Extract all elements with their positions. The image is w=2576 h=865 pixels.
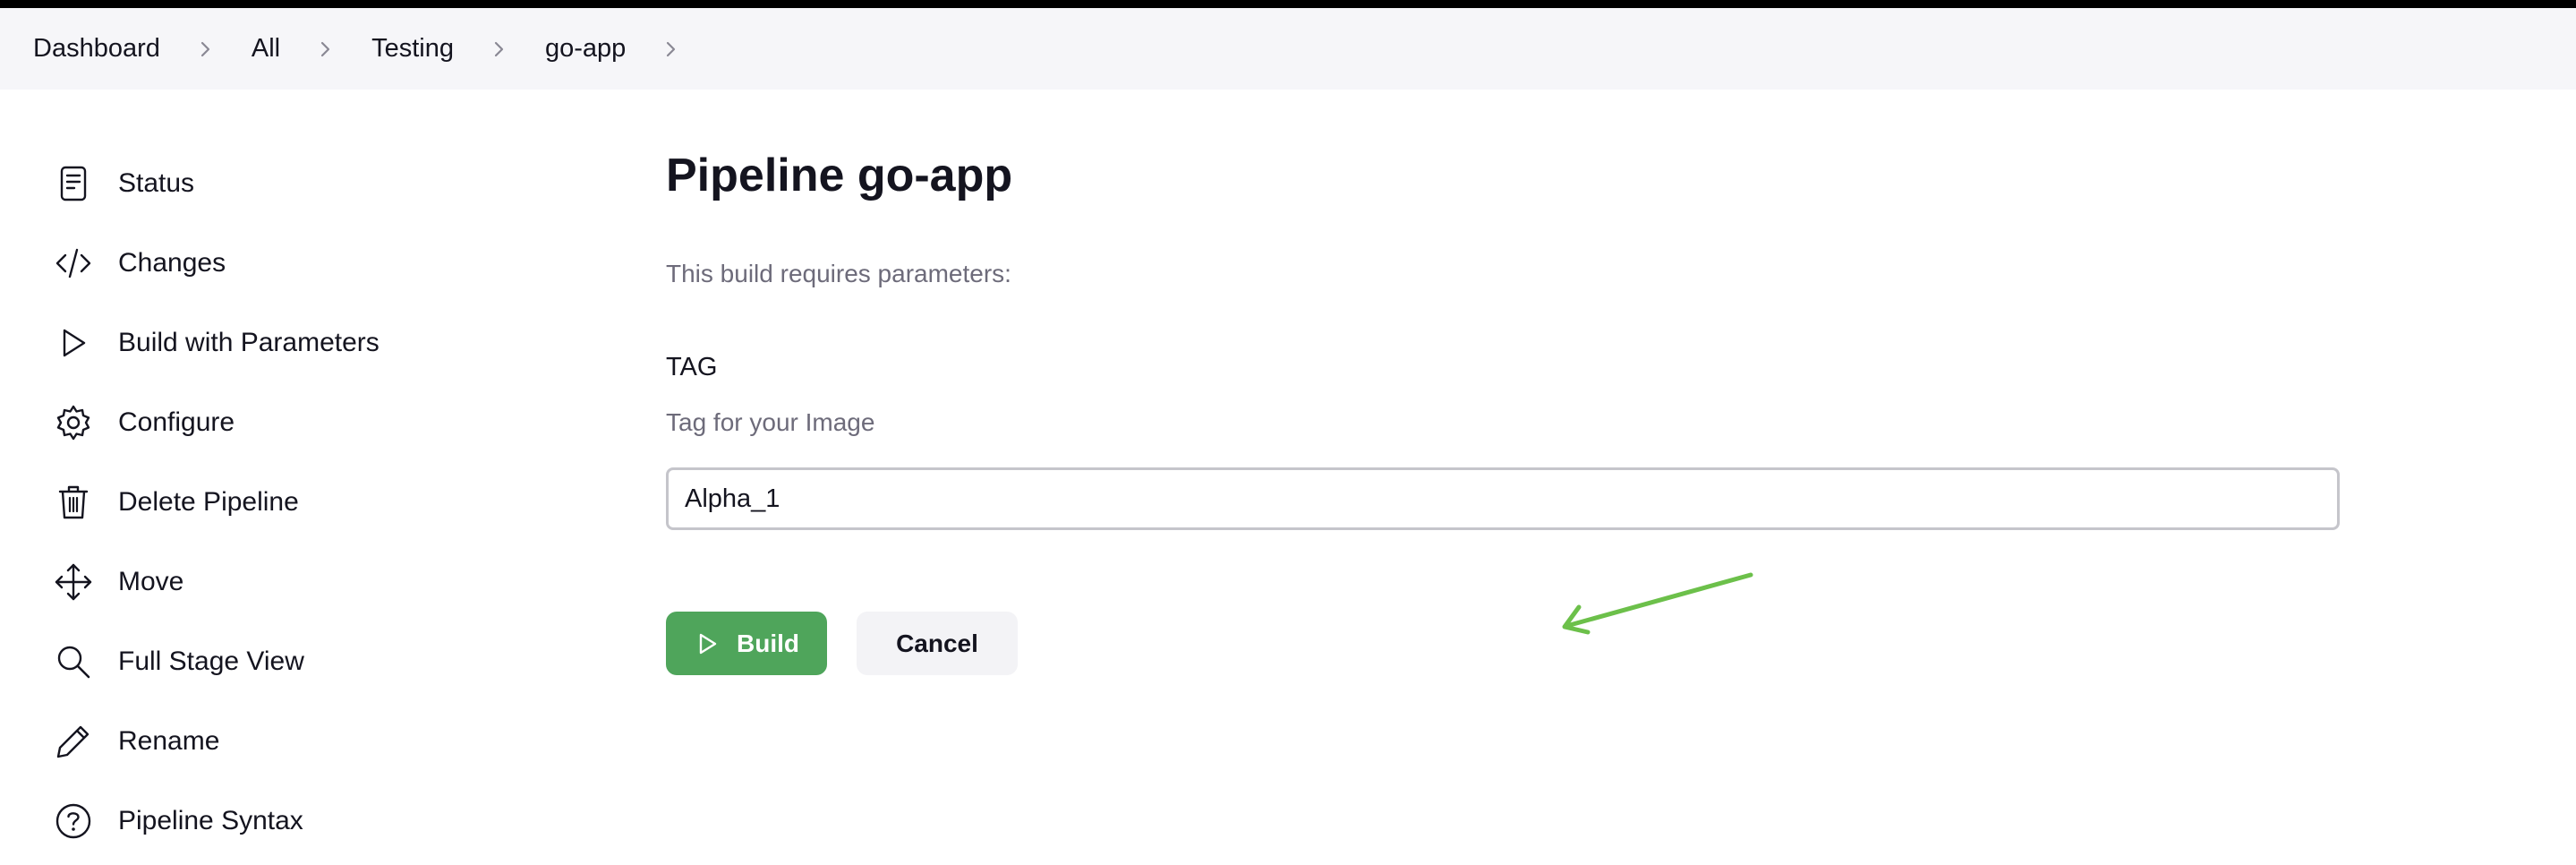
breadcrumb: Dashboard All Testing go-app [0, 8, 2576, 90]
breadcrumb-item-testing: Testing [371, 34, 545, 64]
sidebar-item-configure[interactable]: Configure [54, 382, 555, 462]
code-icon [54, 241, 98, 286]
gear-icon [54, 400, 98, 445]
sidebar-item-delete-pipeline[interactable]: Delete Pipeline [54, 462, 555, 542]
breadcrumb-link-dashboard[interactable]: Dashboard [33, 34, 160, 64]
sidebar-item-status[interactable]: Status [54, 143, 555, 223]
sidebar-item-label: Delete Pipeline [118, 486, 299, 517]
sidebar-item-label: Move [118, 566, 184, 596]
cancel-button-label: Cancel [896, 629, 978, 657]
top-edge-bar [0, 0, 2576, 8]
chevron-right-icon[interactable] [305, 39, 346, 60]
trash-icon [54, 480, 98, 525]
document-icon [54, 161, 98, 206]
sidebar-item-label: Full Stage View [118, 646, 304, 676]
sidebar-item-rename[interactable]: Rename [54, 701, 555, 781]
breadcrumb-link-go-app[interactable]: go-app [545, 34, 626, 64]
breadcrumb-link-testing[interactable]: Testing [371, 34, 454, 64]
search-icon [54, 639, 98, 684]
cancel-button[interactable]: Cancel [857, 612, 1018, 675]
build-button-label: Build [737, 629, 799, 657]
chevron-right-icon[interactable] [479, 39, 520, 60]
pencil-icon [54, 719, 98, 764]
sidebar-item-label: Pipeline Syntax [118, 805, 303, 835]
page-title: Pipeline go-app [666, 150, 1013, 201]
sidebar-item-label: Rename [118, 725, 220, 756]
build-button[interactable]: Build [666, 612, 827, 675]
annotation-arrow [1562, 572, 1753, 635]
sidebar-item-changes[interactable]: Changes [54, 223, 555, 303]
breadcrumb-item-go-app: go-app [545, 34, 717, 64]
chevron-right-icon[interactable] [651, 39, 692, 60]
tag-input[interactable] [666, 467, 2340, 530]
sidebar-item-label: Configure [118, 407, 235, 437]
sidebar: Status Changes Build with Parameters Con… [54, 143, 555, 861]
help-circle-icon [54, 799, 98, 844]
sidebar-item-full-stage-view[interactable]: Full Stage View [54, 621, 555, 701]
breadcrumb-link-all[interactable]: All [252, 34, 280, 64]
main-content: Pipeline go-app This build requires para… [666, 143, 2367, 675]
parameters-intro-text: This build requires parameters: [666, 260, 1011, 287]
play-icon [54, 321, 98, 365]
play-icon [699, 633, 717, 654]
form-actions: Build Cancel [666, 612, 1018, 675]
parameter-name-label: TAG [666, 353, 718, 381]
sidebar-item-label: Build with Parameters [118, 327, 380, 357]
move-arrows-icon [54, 560, 98, 604]
chevron-right-icon[interactable] [185, 39, 226, 60]
sidebar-item-label: Changes [118, 247, 226, 278]
sidebar-item-move[interactable]: Move [54, 542, 555, 621]
parameter-description: Tag for your Image [666, 408, 875, 436]
breadcrumb-item-all: All [252, 34, 371, 64]
breadcrumb-item-dashboard: Dashboard [33, 34, 252, 64]
sidebar-item-build-with-parameters[interactable]: Build with Parameters [54, 303, 555, 382]
sidebar-item-label: Status [118, 167, 195, 198]
sidebar-item-pipeline-syntax[interactable]: Pipeline Syntax [54, 781, 555, 861]
